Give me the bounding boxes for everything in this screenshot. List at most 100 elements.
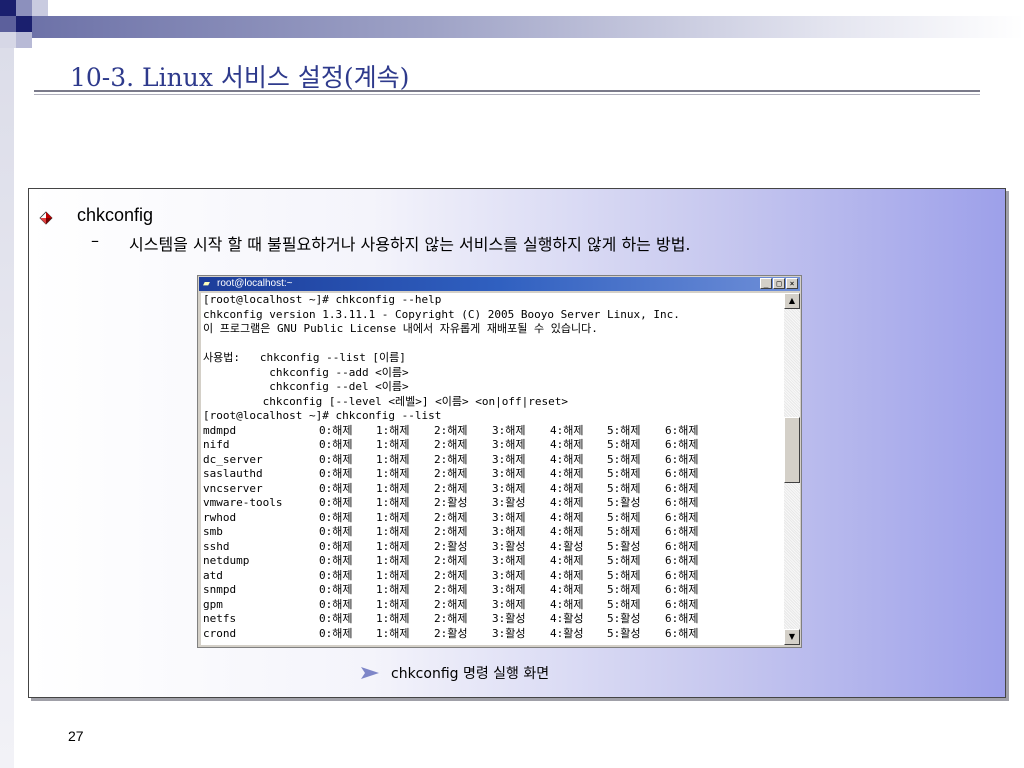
runlevel-status: 1:해제 xyxy=(376,510,410,524)
runlevel-status: 1:해제 xyxy=(376,626,410,640)
runlevel-status: 3:해제 xyxy=(492,481,526,495)
runlevel-status: 2:해제 xyxy=(434,612,468,625)
page-number: 27 xyxy=(68,728,84,744)
terminal-line: chkconfig [--level <레벨>] <이름> <on|off|re… xyxy=(203,394,568,408)
runlevel-status: 5:해제 xyxy=(607,452,641,466)
service-name: smb xyxy=(203,525,223,538)
runlevel-status: 3:해제 xyxy=(492,554,526,567)
service-row: vncserver 0:해제 1:해제 2:해제 3:해제 4:해제 5:해제 6:해제 xyxy=(203,482,773,495)
service-row: saslauthd 0:해제 1:해제 2:해제 3:해제 4:해제 5:해제 6:해제 xyxy=(203,467,773,480)
runlevel-status: 0:해제 xyxy=(319,583,353,596)
runlevel-status: 3:해제 xyxy=(492,583,526,596)
runlevel-status: 3:활성 xyxy=(492,539,526,553)
service-name: netfs xyxy=(203,612,237,625)
header-gradient-bar xyxy=(32,16,1024,38)
scroll-thumb[interactable] xyxy=(784,417,800,483)
runlevel-status: 4:해제 xyxy=(550,496,584,509)
runlevel-status: 2:활성 xyxy=(434,539,468,553)
runlevel-status: 1:해제 xyxy=(376,481,410,495)
slide-title: 10-3. Linux 서비스 설정(계속) xyxy=(70,63,410,92)
runlevel-status: 4:해제 xyxy=(550,510,584,524)
runlevel-status: 1:해제 xyxy=(376,539,410,553)
diamond-bullet-icon xyxy=(39,211,53,225)
service-row: snmpd 0:해제 1:해제 2:해제 3:해제 4:해제 5:해제 6:해제 xyxy=(203,583,773,596)
runlevel-status: 4:해제 xyxy=(550,583,584,596)
runlevel-status: 4:해제 xyxy=(550,554,584,567)
scroll-up-button[interactable]: ▲ xyxy=(784,293,800,309)
vertical-scrollbar[interactable]: ▲ ▼ xyxy=(784,293,800,645)
runlevel-status: 0:해제 xyxy=(319,481,353,495)
service-name: vncserver xyxy=(203,481,263,495)
service-row: vmware-tools 0:해제 1:해제 2:활성 3:활성 4:해제 5:활성 6:해제 xyxy=(203,496,773,509)
runlevel-status: 5:해제 xyxy=(607,597,641,611)
terminal-line: [root@localhost ~]# chkconfig --help xyxy=(203,293,442,306)
minimize-button[interactable]: _ xyxy=(760,278,772,289)
runlevel-status: 6:해제 xyxy=(665,467,699,480)
service-row: atd 0:해제 1:해제 2:해제 3:해제 4:해제 5:해제 6:해제 xyxy=(203,569,773,582)
runlevel-status: 5:해제 xyxy=(607,423,641,437)
runlevel-status: 5:해제 xyxy=(607,481,641,495)
runlevel-status: 1:해제 xyxy=(376,423,410,437)
corner-square-3 xyxy=(32,0,48,16)
service-name: atd xyxy=(203,568,223,582)
runlevel-status: 1:해제 xyxy=(376,525,410,538)
runlevel-status: 0:해제 xyxy=(319,496,353,509)
runlevel-status: 3:해제 xyxy=(492,525,526,538)
terminal-window[interactable]: ▰ root@localhost:~ _ □ × [root@localhost… xyxy=(197,275,802,648)
runlevel-status: 5:활성 xyxy=(607,496,641,509)
runlevel-status: 0:해제 xyxy=(319,467,353,480)
service-row: rwhod 0:해제 1:해제 2:해제 3:해제 4:해제 5:해제 6:해제 xyxy=(203,511,773,524)
corner-square-7 xyxy=(16,32,32,48)
corner-square-6 xyxy=(0,32,16,48)
scroll-down-button[interactable]: ▼ xyxy=(784,629,800,645)
runlevel-status: 6:해제 xyxy=(665,525,699,538)
runlevel-status: 6:해제 xyxy=(665,423,699,437)
runlevel-status: 2:해제 xyxy=(434,423,468,437)
service-name: netdump xyxy=(203,554,250,567)
runlevel-status: 3:해제 xyxy=(492,467,526,480)
service-name: mdmpd xyxy=(203,423,237,437)
runlevel-status: 3:해제 xyxy=(492,452,526,466)
runlevel-status: 1:해제 xyxy=(376,452,410,466)
runlevel-status: 3:활성 xyxy=(492,496,526,509)
service-name: nifd xyxy=(203,438,230,451)
runlevel-status: 1:해제 xyxy=(376,438,410,451)
corner-square-2 xyxy=(16,0,32,16)
runlevel-status: 1:해제 xyxy=(376,496,410,509)
corner-square-4 xyxy=(0,16,16,32)
window-titlebar[interactable]: ▰ root@localhost:~ _ □ × xyxy=(199,277,800,291)
runlevel-status: 5:해제 xyxy=(607,568,641,582)
runlevel-status: 2:해제 xyxy=(434,481,468,495)
runlevel-status: 6:해제 xyxy=(665,626,699,640)
pointer-arrow-icon xyxy=(361,667,379,679)
close-button[interactable]: × xyxy=(786,278,798,289)
runlevel-status: 2:해제 xyxy=(434,568,468,582)
runlevel-status: 6:해제 xyxy=(665,554,699,567)
runlevel-status: 6:해제 xyxy=(665,510,699,524)
runlevel-status: 1:해제 xyxy=(376,597,410,611)
runlevel-status: 6:해제 xyxy=(665,539,699,553)
service-name: gpm xyxy=(203,597,223,611)
runlevel-status: 5:해제 xyxy=(607,554,641,567)
service-row: netdump 0:해제 1:해제 2:해제 3:해제 4:해제 5:해제 6:해제 xyxy=(203,554,773,567)
content-box: chkconfig – 시스템을 시작 할 때 불필요하거나 사용하지 않는 서… xyxy=(28,188,1006,698)
runlevel-status: 5:활성 xyxy=(607,612,641,625)
service-name: crond xyxy=(203,626,237,640)
bullet-chkconfig: chkconfig xyxy=(77,205,154,225)
caption-text: chkconfig 명령 실행 화면 xyxy=(391,666,550,682)
runlevel-status: 0:해제 xyxy=(319,438,353,451)
runlevel-status: 1:해제 xyxy=(376,583,410,596)
runlevel-status: 0:해제 xyxy=(319,612,353,625)
service-row: crond 0:해제 1:해제 2:활성 3:활성 4:활성 5:활성 6:해제 xyxy=(203,627,773,640)
maximize-button[interactable]: □ xyxy=(773,278,785,289)
service-row: mdmpd 0:해제 1:해제 2:해제 3:해제 4:해제 5:해제 6:해제 xyxy=(203,424,773,437)
terminal-screen[interactable]: [root@localhost ~]# chkconfig --help chkc… xyxy=(201,293,785,645)
runlevel-status: 0:해제 xyxy=(319,597,353,611)
runlevel-status: 5:해제 xyxy=(607,583,641,596)
runlevel-status: 3:활성 xyxy=(492,626,526,640)
sub-bullet-dash: – xyxy=(91,231,99,250)
runlevel-status: 4:해제 xyxy=(550,597,584,611)
service-row: netfs 0:해제 1:해제 2:해제 3:활성 4:활성 5:활성 6:해제 xyxy=(203,612,773,625)
runlevel-status: 2:활성 xyxy=(434,496,468,509)
terminal-line: [root@localhost ~]# chkconfig --list xyxy=(203,409,442,422)
